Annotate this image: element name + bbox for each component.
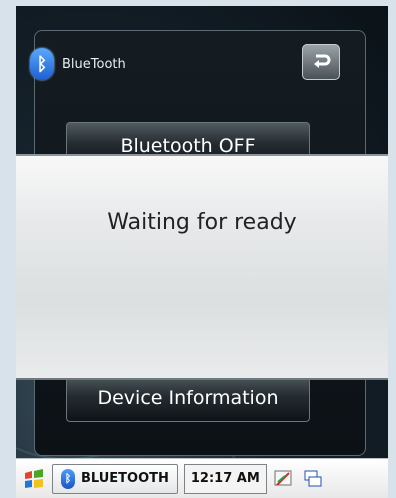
multitask-windows-graphic [304,470,322,486]
taskbar: ᛒ BLUETOOTH 12:17 AM [16,458,388,498]
app-header: ᛒ BlueTooth [30,44,126,84]
waiting-dialog: Waiting for ready [16,154,388,380]
back-arrow-icon [314,54,331,68]
windows-flag-icon[interactable] [22,467,46,491]
device-information-button[interactable]: Device Information [66,374,310,422]
clock[interactable]: 12:17 AM [183,463,267,494]
taskbar-app-button[interactable]: ᛒ BLUETOOTH [52,463,178,494]
multitask-windows-icon[interactable] [301,468,323,490]
bluetooth-small-icon: ᛒ [61,468,75,489]
taskbar-app-label: BLUETOOTH [81,471,169,486]
start-flag-graphic [25,468,43,488]
back-button[interactable] [302,44,340,80]
device-information-label: Device Information [97,387,279,409]
app-title: BlueTooth [62,56,126,72]
connectivity-icon[interactable] [273,468,295,490]
connectivity-graphic [274,470,292,486]
bluetooth-icon: ᛒ [30,48,54,80]
dialog-message: Waiting for ready [107,210,297,235]
